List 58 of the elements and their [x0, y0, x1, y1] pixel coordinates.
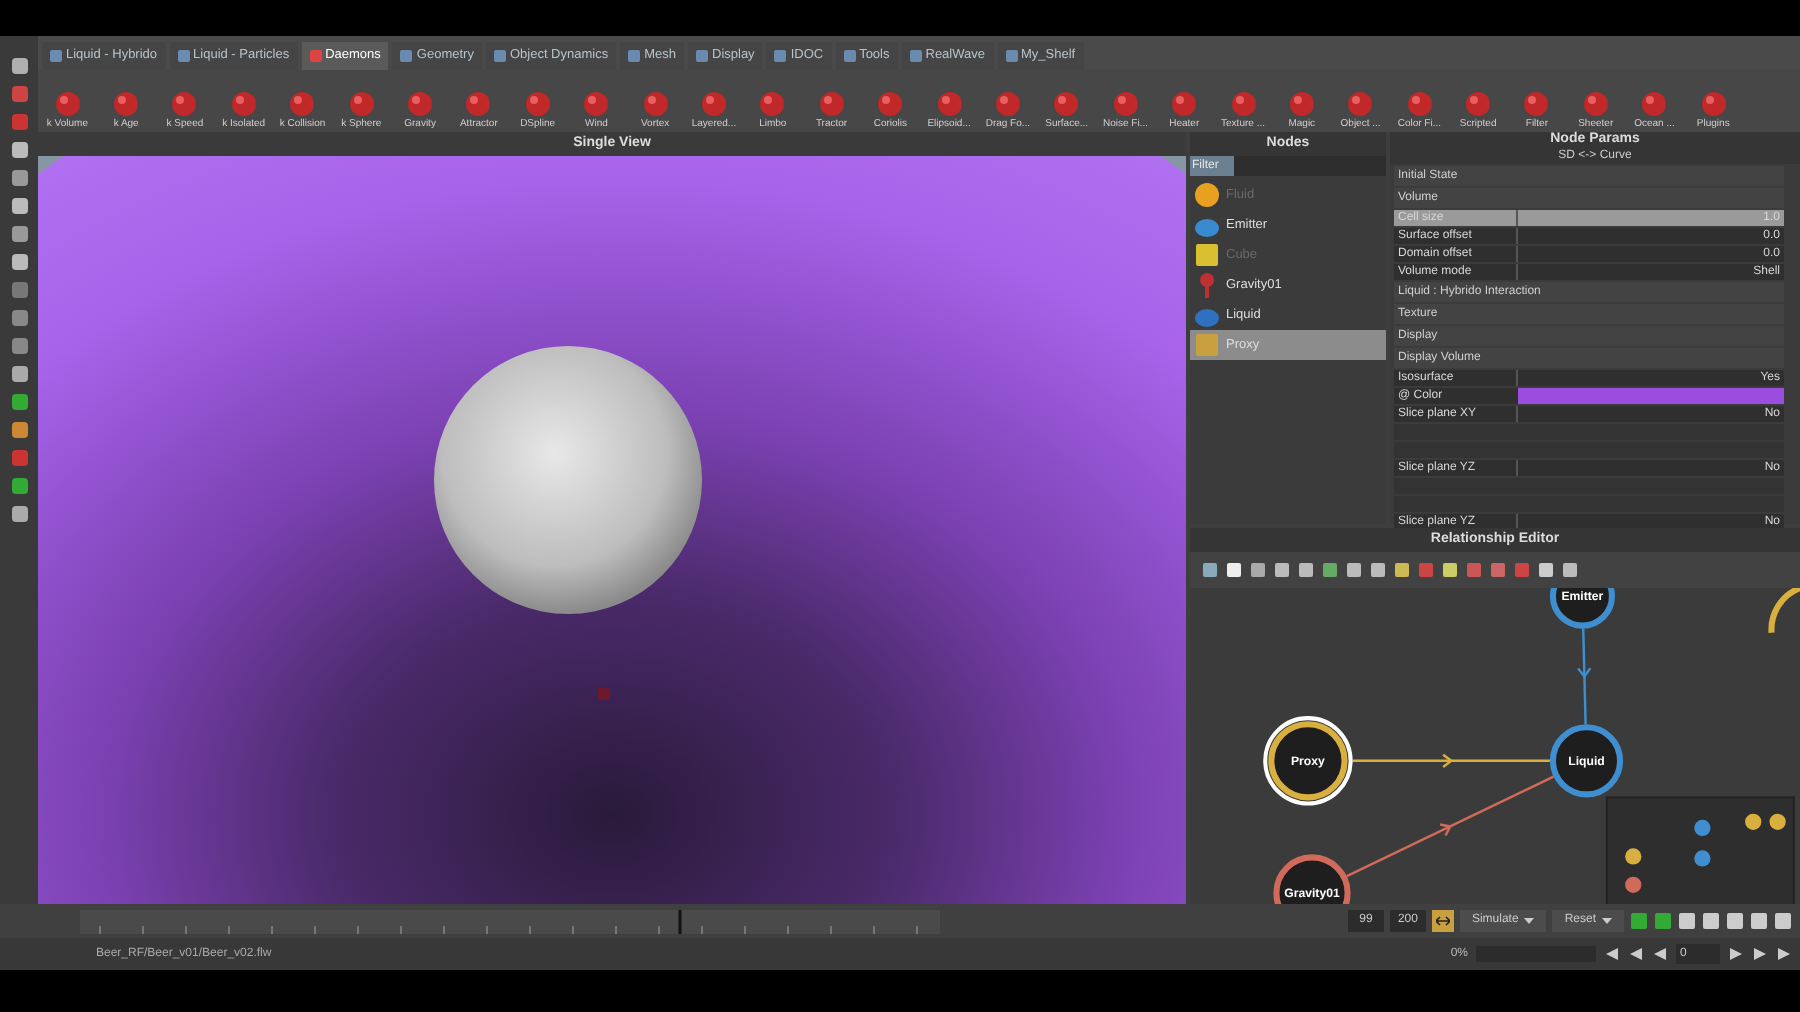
tab-icon — [628, 50, 641, 62]
minimap-dot — [1745, 813, 1762, 830]
tab-icon — [493, 50, 506, 62]
ball-icon — [523, 90, 552, 118]
minimap-dot — [1625, 876, 1642, 893]
ball-icon — [699, 90, 728, 118]
range-button[interactable] — [1431, 910, 1454, 932]
tab-icon — [696, 50, 708, 62]
ball-icon — [112, 90, 141, 118]
search-field[interactable] — [1234, 156, 1386, 176]
node-drawing — [1768, 588, 1800, 633]
ball-icon — [1581, 90, 1610, 118]
tab-icon — [309, 50, 322, 62]
ball-icon — [288, 90, 317, 118]
ball-icon — [347, 90, 376, 118]
ball-icon — [817, 90, 846, 118]
tab-icon — [843, 50, 856, 62]
cube-icon — [1194, 242, 1220, 268]
ball-icon — [1640, 90, 1669, 118]
ball-icon — [993, 90, 1022, 118]
ball-icon — [1052, 90, 1081, 118]
ball-icon — [1111, 90, 1140, 118]
ball-icon — [1699, 90, 1728, 118]
ball-icon — [464, 90, 493, 118]
particle-marker — [598, 688, 610, 700]
minimap-dot — [1694, 819, 1711, 837]
ball-icon — [1522, 90, 1551, 118]
node-icon — [1194, 182, 1220, 208]
tab-icon — [774, 50, 787, 62]
tab-icon — [909, 50, 922, 62]
ball-icon — [170, 90, 199, 118]
tab-icon — [400, 50, 413, 62]
caret-icon — [1602, 918, 1612, 924]
tab-icon — [1005, 50, 1017, 62]
ball-icon — [758, 90, 787, 118]
ball-icon — [229, 90, 258, 118]
ball-icon — [1464, 90, 1493, 118]
ball-icon — [1287, 90, 1316, 118]
ball-icon — [1229, 90, 1257, 118]
minimap-dot — [1694, 850, 1711, 867]
node-icon — [1194, 272, 1220, 298]
tab-icon — [50, 50, 62, 62]
ball-icon — [1405, 90, 1434, 118]
cube-icon — [1194, 332, 1220, 358]
ball-icon — [641, 90, 670, 118]
ball-icon — [876, 90, 905, 118]
arrows-icon — [1435, 916, 1450, 926]
caret-icon — [1524, 918, 1535, 924]
ball-icon — [406, 90, 435, 118]
ball-icon — [1170, 90, 1199, 118]
tab-icon — [177, 50, 190, 62]
color-swatch[interactable] — [1518, 388, 1784, 404]
ball-icon — [935, 90, 964, 118]
ball-icon — [582, 90, 611, 118]
minimap-dot — [1625, 848, 1642, 865]
ball-icon — [53, 90, 82, 118]
minimap-dot — [1769, 813, 1786, 830]
ball-icon — [1346, 90, 1375, 118]
